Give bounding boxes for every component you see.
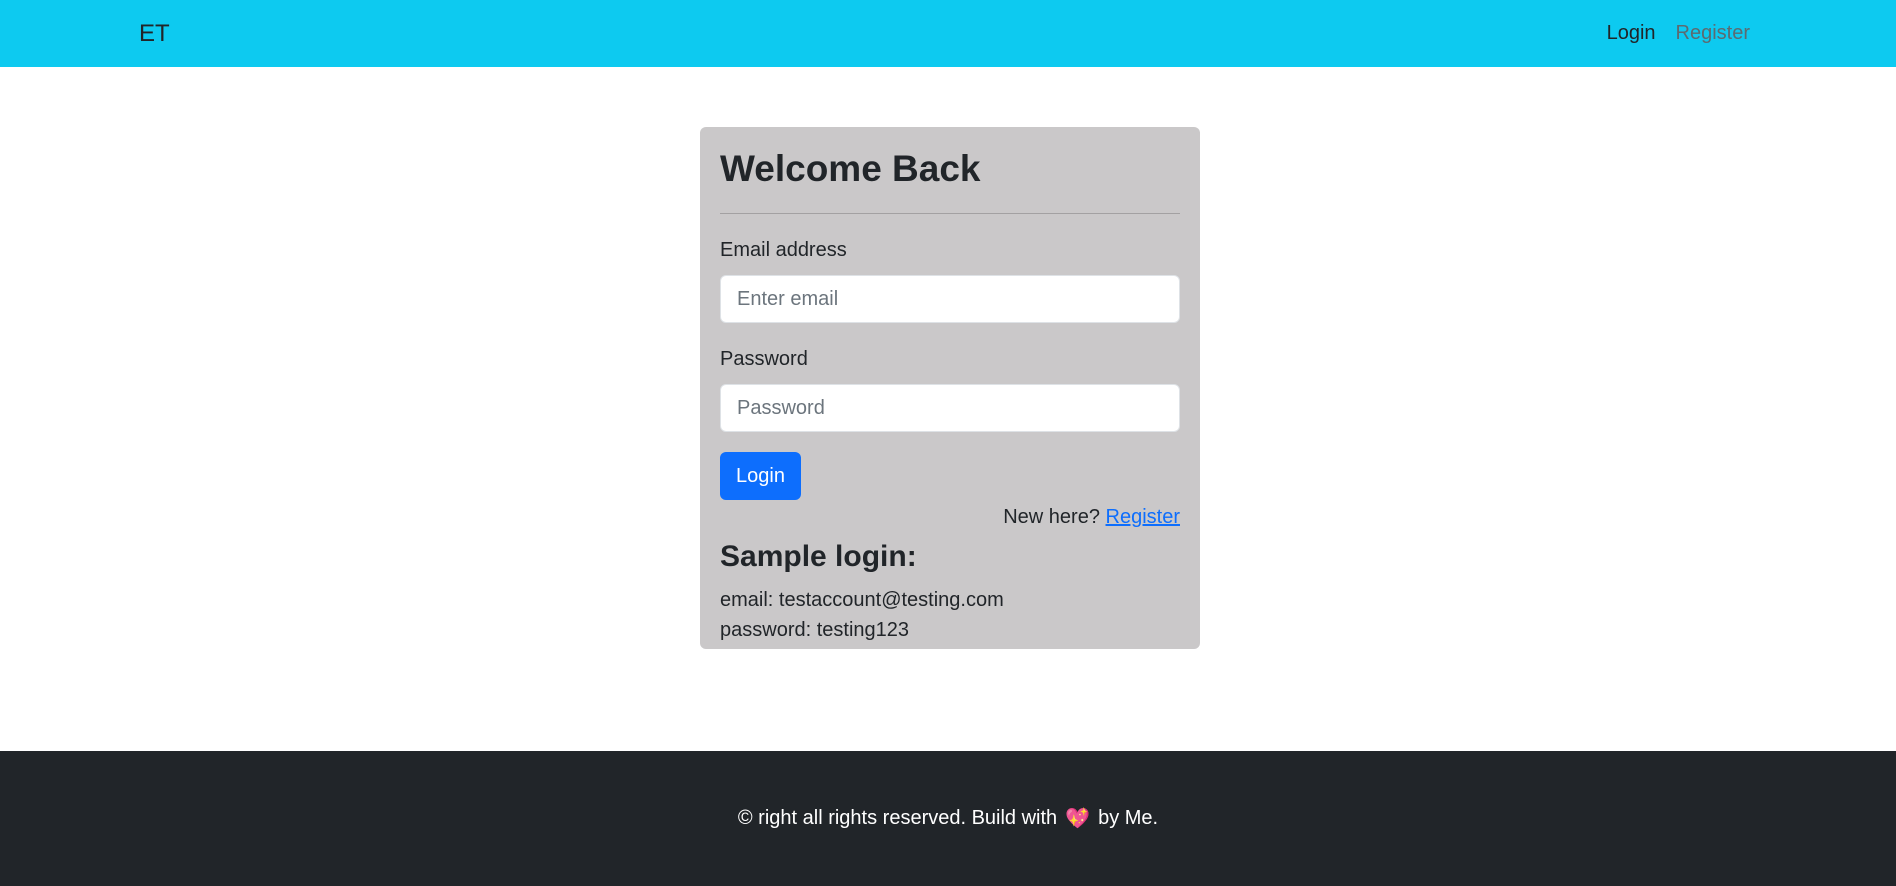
- heart-icon: 💖: [1065, 808, 1091, 830]
- login-card: Welcome Back Email address Password Logi…: [700, 127, 1200, 649]
- brand-logo[interactable]: ET: [139, 19, 170, 48]
- register-link[interactable]: Register: [1106, 506, 1180, 528]
- sample-password: password: testing123: [720, 619, 910, 641]
- nav-register-link[interactable]: Register: [1676, 21, 1750, 45]
- password-input[interactable]: [720, 384, 1180, 432]
- nav-links: Login Register: [1607, 21, 1750, 45]
- signup-prompt-text: New here?: [1003, 506, 1100, 528]
- footer-text-before: © right all rights reserved. Build with: [737, 807, 1058, 829]
- card-title: Welcome Back: [720, 148, 981, 189]
- email-label: Email address: [720, 239, 847, 261]
- footer-text-after: by Me.: [1098, 807, 1159, 829]
- top-navbar: ET Login Register: [0, 0, 1896, 67]
- sample-email: email: testaccount@testing.com: [720, 589, 1004, 611]
- email-input[interactable]: [720, 275, 1180, 323]
- footer: © right all rights reserved. Build with …: [0, 751, 1896, 886]
- nav-login-link[interactable]: Login: [1607, 21, 1656, 45]
- title-divider: [720, 213, 1180, 214]
- password-label: Password: [720, 348, 808, 370]
- signup-prompt: New here? Register: [720, 505, 1180, 529]
- login-button[interactable]: Login: [720, 452, 801, 500]
- sample-login-title: Sample login:: [720, 540, 917, 573]
